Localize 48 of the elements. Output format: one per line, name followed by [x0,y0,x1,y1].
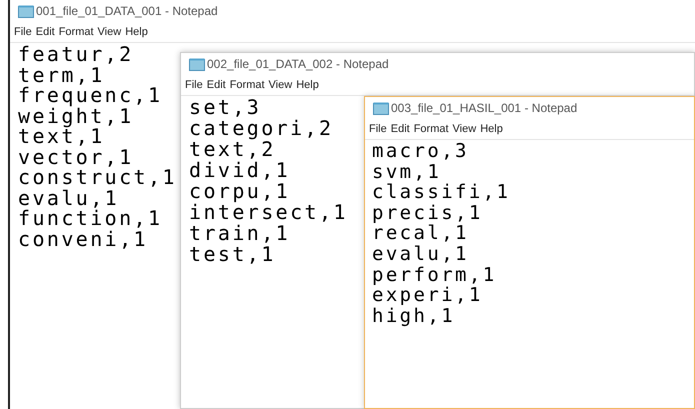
text-line: vector,1 [18,146,134,167]
text-line: categori,2 [189,118,334,139]
text-line: experi,1 [372,285,483,306]
text-line: high,1 [372,306,456,326]
text-line: test,1 [189,244,276,265]
menu-item[interactable]: Edit [204,76,228,94]
text-line: text,2 [189,139,276,160]
menu-item[interactable]: Help [294,76,321,94]
notepad-icon [18,4,34,18]
window-title: 001_file_01_DATA_001 - Notepad [36,3,218,20]
text-line: frequenc,1 [18,85,162,106]
menu-item[interactable]: Help [478,120,505,138]
text-line: macro,3 [372,141,469,162]
text-line: text,1 [18,126,105,146]
text-line: divid,1 [189,160,290,181]
text-line: featur,2 [18,44,134,64]
text-line: train,1 [189,223,290,244]
text-line: precis,1 [372,202,483,224]
text-line: conveni,1 [18,228,148,249]
text-line: svm,1 [372,162,442,182]
text-line: corpu,1 [189,181,290,202]
menu-item[interactable]: File [12,24,34,40]
menu-item[interactable]: Format [228,76,267,94]
window-title: 002_file_01_DATA_002 - Notepad [207,56,389,73]
text-line: evalu,1 [372,244,469,265]
menu-item[interactable]: View [96,24,124,40]
text-line: classifi,1 [372,182,510,203]
notepad-icon [189,58,205,70]
text-line: term,1 [18,64,105,85]
text-line: perform,1 [372,264,497,286]
menu-item[interactable]: View [450,120,478,138]
window-title: 003_file_01_HASIL_001 - Notepad [391,100,578,117]
menu-item[interactable]: File [183,76,205,94]
text-line: function,1 [18,208,162,228]
menu-item[interactable]: View [266,76,294,94]
text-line: construct,1 [18,167,177,188]
text-line: evalu,1 [18,188,120,208]
text-line: intersect,1 [189,202,348,223]
menu-item[interactable]: Format [412,120,451,138]
menu-item[interactable]: Edit [34,24,57,40]
text-line: recal,1 [372,223,469,244]
menu-item[interactable]: Help [123,24,150,40]
notepad-icon [373,102,389,114]
text-line: weight,1 [18,106,134,126]
text-line: set,3 [189,97,262,118]
menu-item[interactable]: Format [56,24,96,40]
menu-item[interactable]: Edit [388,120,412,138]
menu-item[interactable]: File [367,120,389,138]
